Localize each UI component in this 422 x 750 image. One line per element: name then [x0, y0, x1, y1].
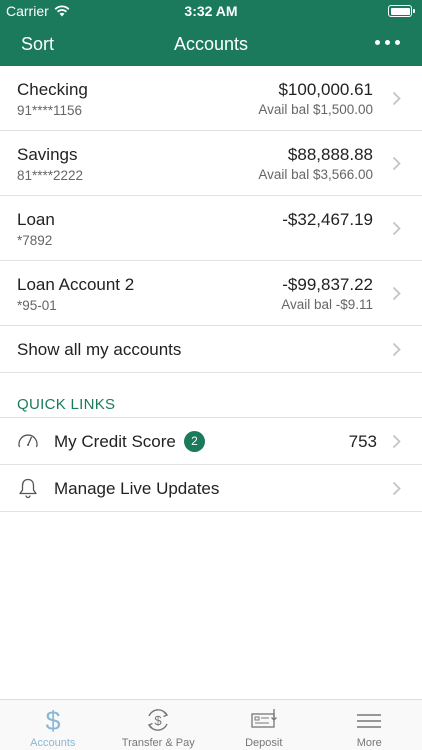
- account-name: Savings: [17, 145, 78, 164]
- credit-score-value: 753: [348, 432, 377, 451]
- page-title: Accounts: [173, 34, 249, 54]
- tab-accounts[interactable]: $ Accounts: [0, 700, 106, 750]
- account-number: 91****1156: [17, 103, 83, 118]
- nav-bar: Sort Accounts: [0, 22, 422, 66]
- account-number: 81****2222: [17, 168, 84, 183]
- status-bar: Carrier 3:32 AM: [0, 0, 422, 22]
- chevron-right-icon: [392, 342, 401, 357]
- available-balance: Avail bal $3,566.00: [258, 167, 373, 182]
- tab-label: More: [356, 737, 382, 749]
- app-header: Carrier 3:32 AM Sort Accounts: [0, 0, 422, 66]
- accounts-list: Checking 91****1156 $100,000.61 Avail ba…: [0, 66, 422, 512]
- credit-score-label: My Credit Score: [54, 432, 176, 451]
- account-row-checking[interactable]: Checking 91****1156 $100,000.61 Avail ba…: [0, 66, 422, 131]
- available-balance: Avail bal -$9.11: [281, 297, 373, 312]
- tab-transfer-pay[interactable]: $ Transfer & Pay: [106, 700, 212, 750]
- tab-bar: $ Accounts $ Transfer & Pay Deposit More: [0, 699, 422, 750]
- chevron-right-icon: [392, 434, 401, 449]
- quick-link-credit-score[interactable]: My Credit Score 2 753: [0, 418, 422, 465]
- svg-text:$: $: [45, 706, 60, 734]
- more-options-icon[interactable]: [375, 40, 400, 45]
- svg-text:$: $: [155, 713, 163, 728]
- account-balance: -$32,467.19: [282, 210, 373, 229]
- bell-icon: [19, 478, 37, 499]
- available-balance: Avail bal $1,500.00: [258, 102, 373, 117]
- account-balance: $100,000.61: [278, 80, 373, 99]
- chevron-right-icon: [392, 221, 401, 236]
- tab-deposit[interactable]: Deposit: [211, 700, 317, 750]
- account-name: Checking: [17, 80, 88, 99]
- account-balance: $88,888.88: [287, 145, 373, 164]
- show-all-label: Show all my accounts: [17, 340, 182, 359]
- tab-label: Transfer & Pay: [121, 737, 195, 749]
- chevron-right-icon: [392, 481, 401, 496]
- quick-links-header: QUICK LINKS: [0, 373, 422, 418]
- quick-link-live-updates[interactable]: Manage Live Updates: [0, 465, 422, 512]
- menu-icon: [357, 714, 382, 728]
- status-time: 3:32 AM: [184, 3, 238, 19]
- live-updates-label: Manage Live Updates: [54, 479, 220, 498]
- battery-icon: [388, 5, 415, 17]
- gauge-icon: [18, 434, 38, 448]
- quick-links-title: QUICK LINKS: [17, 396, 116, 413]
- account-name: Loan: [17, 210, 55, 229]
- notification-badge: 2: [184, 431, 205, 452]
- chevron-right-icon: [392, 286, 401, 301]
- account-balance: -$99,837.22: [282, 275, 373, 294]
- transfer-icon: $: [148, 709, 169, 731]
- account-number: *95-01: [17, 298, 57, 313]
- check-deposit-icon: [251, 709, 277, 728]
- chevron-right-icon: [392, 91, 401, 106]
- tab-label: Deposit: [245, 737, 283, 749]
- tab-label: Accounts: [30, 737, 76, 749]
- account-name: Loan Account 2: [17, 275, 135, 294]
- account-number: *7892: [17, 233, 53, 248]
- account-row-savings[interactable]: Savings 81****2222 $88,888.88 Avail bal …: [0, 131, 422, 196]
- tab-more[interactable]: More: [317, 700, 422, 750]
- account-row-loan-account-2[interactable]: Loan Account 2 *95-01 -$99,837.22 Avail …: [0, 261, 422, 326]
- show-all-accounts-link[interactable]: Show all my accounts: [0, 326, 422, 373]
- chevron-right-icon: [392, 156, 401, 171]
- dollar-icon: $: [45, 706, 60, 734]
- account-row-loan[interactable]: Loan *7892 -$32,467.19: [0, 196, 422, 261]
